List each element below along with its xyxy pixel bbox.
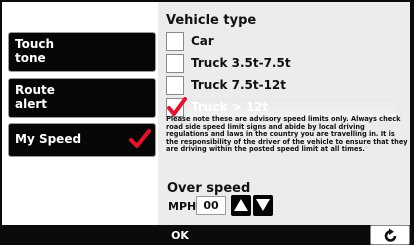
checkbox[interactable] bbox=[166, 76, 184, 95]
vehicle-option-truck-7-5t-12t[interactable]: Truck 7.5t-12t bbox=[166, 76, 406, 96]
up-arrow-icon bbox=[234, 199, 248, 211]
increase-button[interactable] bbox=[231, 195, 251, 216]
back-arrow-icon bbox=[384, 228, 397, 242]
checkmark-icon bbox=[167, 97, 187, 116]
down-arrow-icon bbox=[256, 199, 270, 211]
vehicle-type-title: Vehicle type bbox=[166, 13, 257, 28]
vehicle-option-label: Truck 7.5t-12t bbox=[191, 78, 287, 92]
vehicle-option-car[interactable]: Car bbox=[166, 32, 406, 52]
route-alert-button[interactable]: Route alert bbox=[8, 78, 156, 118]
vehicle-option-label: Car bbox=[191, 34, 214, 48]
checkmark-icon bbox=[129, 128, 151, 153]
touch-tone-label-line2: tone bbox=[15, 51, 46, 65]
advisory-notice: Please note these are advisory speed lim… bbox=[166, 115, 408, 154]
back-button[interactable] bbox=[370, 225, 410, 245]
ok-label: OK bbox=[171, 229, 189, 242]
my-speed-label: My Speed bbox=[15, 132, 82, 146]
decrease-button[interactable] bbox=[253, 195, 273, 216]
vehicle-option-label: Truck 3.5t-7.5t bbox=[191, 56, 291, 70]
route-alert-label-line2: alert bbox=[15, 97, 48, 111]
touch-tone-button[interactable]: Touch tone bbox=[8, 32, 156, 72]
touch-tone-label-line1: Touch bbox=[15, 37, 55, 51]
over-speed-value-field[interactable]: 00 bbox=[196, 196, 226, 215]
speed-unit-label: MPH bbox=[168, 200, 197, 213]
sidebar: Touch tone Route alert My Speed bbox=[2, 2, 158, 225]
vehicle-option-truck-3-5t-7-5t[interactable]: Truck 3.5t-7.5t bbox=[166, 54, 406, 74]
settings-screen: Touch tone Route alert My Speed Vehicle … bbox=[2, 2, 410, 225]
ok-button[interactable]: OK bbox=[0, 227, 360, 245]
over-speed-title: Over speed bbox=[167, 181, 251, 196]
vehicle-option-label: Truck > 12t bbox=[191, 100, 269, 114]
checkbox[interactable] bbox=[166, 32, 184, 51]
my-speed-button[interactable]: My Speed bbox=[8, 123, 156, 157]
route-alert-label-line1: Route bbox=[15, 83, 55, 97]
checkbox[interactable] bbox=[166, 54, 184, 73]
